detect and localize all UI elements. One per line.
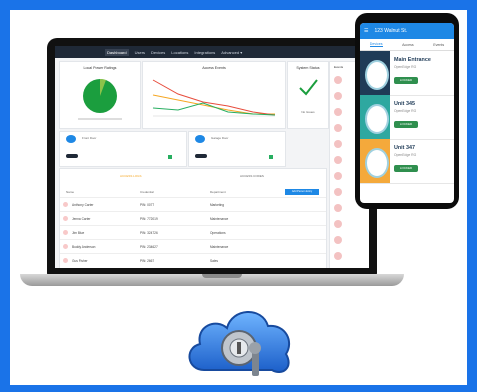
row-department: Maintenance [210,217,229,221]
table-row[interactable]: Buddy Anderson PIN: 234627 Maintenance [60,239,326,254]
event-icon [334,252,342,260]
row-department: Maintenance [210,245,229,249]
tab-access[interactable]: Access [402,43,414,47]
phone-header: ☰ 123 Walnut St. [360,23,454,39]
access-events-card: Access Events [142,61,286,129]
wifi-icon [168,155,172,159]
event-icon [334,156,342,164]
device-card-unit-345[interactable]: Unit 345 OpenEdge RG LOCKED [360,95,454,140]
device-card-unit-347[interactable]: Unit 347 OpenEdge RG LOCKED [360,139,454,184]
row-credential: PIN: 324726 [140,231,158,235]
user-avatar [63,230,68,235]
nav-devices[interactable]: Devices [151,50,165,55]
table-row[interactable]: Jim Blue PIN: 324726 Operations [60,225,326,240]
device-name: Unit 347 [394,145,415,151]
cloud-lock-icon [188,311,291,376]
line-chart [152,79,276,117]
row-name: Anthony Carter [72,203,94,207]
access-table: ACCESS LOGS ACCESS CODES Add Person Entr… [59,168,327,268]
lock-status-badge[interactable]: LOCKED [394,77,418,84]
lock-status-badge[interactable]: LOCKED [394,165,418,172]
event-icon [334,92,342,100]
event-icon [334,140,342,148]
laptop: Dashboard Users Devices Locations Integr… [47,38,377,275]
top-navigation: Dashboard Users Devices Locations Integr… [55,46,369,58]
device-model: OpenEdge RG [394,65,417,69]
row-credential: PIN: 2667 [140,259,155,263]
user-avatar [63,244,68,249]
row-name: Buddy Anderson [72,245,96,249]
event-icon [334,124,342,132]
lock-toggle[interactable] [66,154,78,158]
power-ratings-card: Local Power Ratings [59,61,141,129]
laptop-notch [202,274,242,278]
device-model: OpenEdge RG [394,109,417,113]
phone-tabs: Devices Access Events [360,39,454,51]
row-credential: PIN: 772019 [140,217,158,221]
event-icon [334,220,342,228]
lock-status-badge[interactable]: LOCKED [394,121,418,128]
front-door-card: Front Door [59,131,187,167]
event-icon [334,204,342,212]
lock-icon [195,135,205,143]
tab-access-codes[interactable]: ACCESS CODES [240,174,264,178]
tab-devices[interactable]: Devices [369,42,383,47]
menu-icon[interactable]: ☰ [364,28,368,34]
events-title: Events [334,65,344,69]
product-illustration: Dashboard Users Devices Locations Integr… [10,10,467,385]
nav-dashboard[interactable]: Dashboard [105,48,129,56]
smart-lock-icon [365,148,389,178]
phone-title: 123 Walnut St. [374,28,408,34]
user-avatar [63,202,68,207]
wifi-icon [269,155,273,159]
row-department: Operations [210,231,226,235]
lock-icon [66,135,76,143]
table-row[interactable]: Anthony Carter PIN: 0077 Marketing [60,197,326,212]
row-department: Marketing [210,203,224,207]
col-credential: Credential [140,190,154,194]
garage-door-card: Garage Door [188,131,286,167]
event-icon [334,108,342,116]
check-icon [299,79,318,96]
device-model: OpenEdge RG [394,153,417,157]
add-person-button[interactable]: Add Person Entry [285,189,319,195]
device-name: Main Entrance [394,57,431,63]
smart-lock-icon [365,104,389,134]
row-name: Jim Blue [72,231,85,235]
system-status-card: System Status No Issues [287,61,329,129]
lock-toggle[interactable] [195,154,207,158]
user-avatar [63,258,68,263]
phone: ☰ 123 Walnut St. Devices Access Events M… [355,13,459,209]
event-icon [334,76,342,84]
nav-integrations[interactable]: Integrations [194,50,215,55]
door-title: Front Door [82,136,97,140]
door-title: Garage Door [211,136,229,140]
row-department: Sales [210,259,218,263]
user-avatar [63,216,68,221]
tab-access-logs[interactable]: ACCESS LOGS [120,174,142,178]
table-row[interactable]: Jenna Carter PIN: 772019 Maintenance [60,211,326,226]
table-row[interactable]: Gus Fisher PIN: 2667 Sales [60,253,326,268]
pie-chart [78,78,122,120]
row-name: Gus Fisher [72,259,88,263]
nav-locations[interactable]: Locations [171,50,188,55]
tab-events[interactable]: Events [433,43,444,47]
event-icon [334,188,342,196]
row-credential: PIN: 234627 [140,245,158,249]
row-name: Jenna Carter [72,217,91,221]
smart-lock-icon [365,60,389,90]
laptop-base [20,274,404,286]
event-icon [334,236,342,244]
device-name: Unit 345 [394,101,415,107]
device-card-main-entrance[interactable]: Main Entrance OpenEdge RG LOCKED [360,51,454,96]
status-text: No Issues [301,110,315,114]
nav-users[interactable]: Users [135,50,145,55]
nav-advanced[interactable]: Advanced ▾ [221,50,242,55]
dashboard-screen: Dashboard Users Devices Locations Integr… [55,46,369,268]
col-name: Name [66,190,75,194]
row-credential: PIN: 0077 [140,203,155,207]
col-department: Department [210,190,226,194]
event-icon [334,172,342,180]
phone-screen: ☰ 123 Walnut St. Devices Access Events M… [360,23,454,203]
